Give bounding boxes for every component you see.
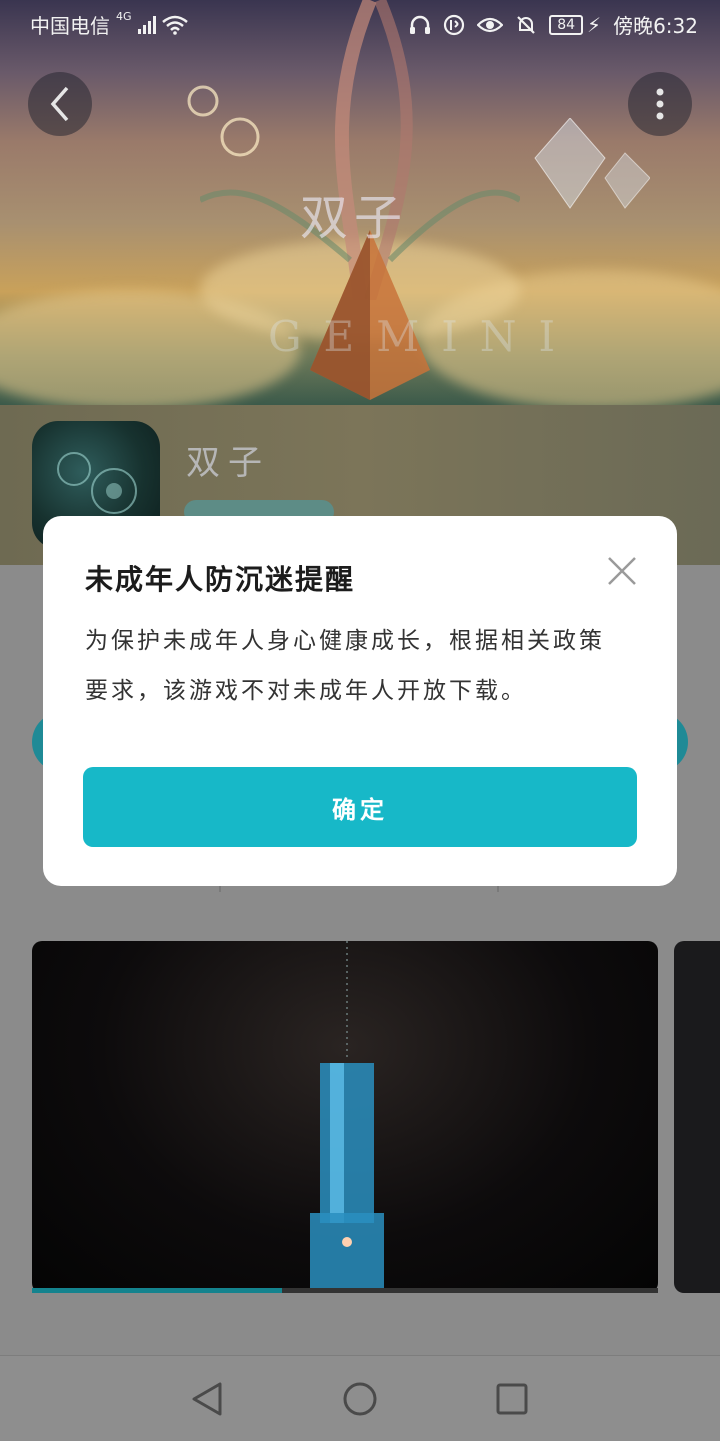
hero-subtitle-art: GEMINI: [268, 312, 578, 361]
clock: 傍晚6:32: [613, 14, 698, 38]
charging-icon: ⚡: [587, 12, 602, 37]
triangle-back-icon: [192, 1382, 222, 1416]
carrier-label: 中国电信: [30, 14, 110, 38]
circle-home-icon: [343, 1382, 377, 1416]
more-vertical-icon: [656, 88, 664, 120]
wifi-icon: [161, 15, 188, 35]
screenshot-progress: [32, 1288, 658, 1293]
game-screenshot[interactable]: [32, 941, 658, 1293]
hero-title-art: 双子: [300, 190, 409, 246]
confirm-button[interactable]: 确定: [83, 767, 637, 847]
signal-icon: [137, 15, 156, 34]
anti-addiction-dialog: 未成年人防沉迷提醒 为保护未成年人身心健康成长，根据相关政策要求，该游戏不对未成…: [43, 516, 677, 886]
light-tower-art: [310, 941, 384, 1293]
headphone-icon: [410, 15, 431, 34]
status-bar: 中国电信 4G 84 ⚡ 傍晚6:32: [0, 0, 720, 48]
chevron-left-icon: [50, 86, 69, 122]
mute-bell-icon: [517, 15, 535, 34]
battery-icon: 84: [549, 14, 584, 35]
orb-decoration: [187, 85, 260, 157]
dialog-message: 为保护未成年人身心健康成长，根据相关政策要求，该游戏不对未成年人开放下载。: [85, 628, 605, 704]
hero-banner: 双子 GEMINI: [0, 0, 720, 405]
nav-home-button[interactable]: [335, 1374, 385, 1424]
nav-recents-button[interactable]: [487, 1374, 537, 1424]
eye-comfort-icon: [477, 17, 504, 32]
dialog-title: 未成年人防沉迷提醒: [85, 563, 356, 596]
back-button[interactable]: [28, 72, 92, 136]
close-icon[interactable]: [605, 554, 639, 588]
system-nav-bar: [0, 1355, 720, 1441]
more-button[interactable]: [628, 72, 692, 136]
nav-back-button[interactable]: [182, 1374, 232, 1424]
app-name: 双子: [186, 443, 270, 483]
square-recents-icon: [496, 1383, 528, 1415]
data-saver-icon: [444, 14, 465, 35]
crystal-art: [534, 118, 650, 209]
game-screenshot-next[interactable]: [674, 941, 720, 1293]
network-type: 4G: [116, 10, 132, 23]
